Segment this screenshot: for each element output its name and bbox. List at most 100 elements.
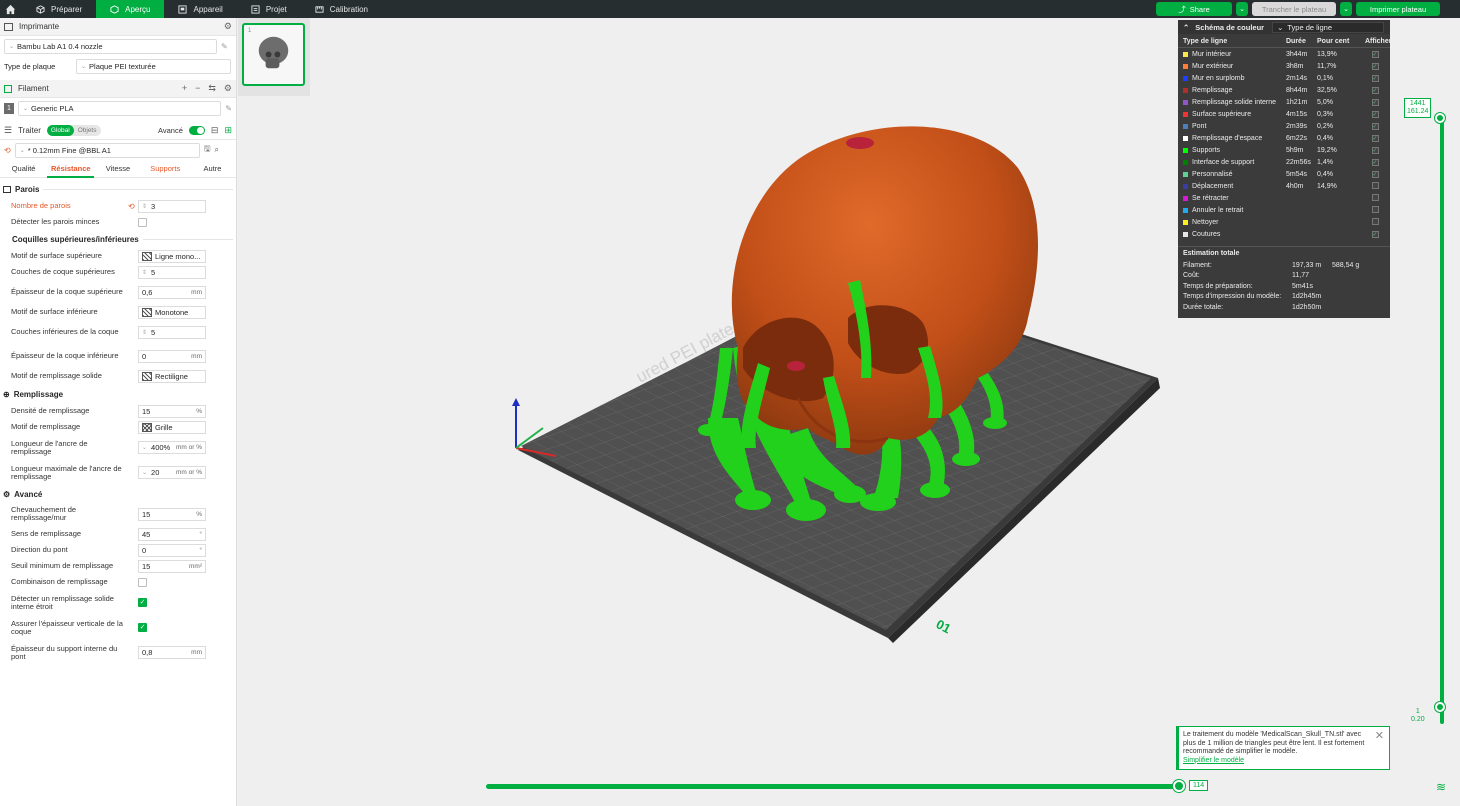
print-dropdown[interactable]: ⌄	[1340, 2, 1352, 16]
slice-dropdown[interactable]: ⌄	[1236, 2, 1248, 16]
show-toggle[interactable]	[1365, 193, 1385, 203]
color-scheme-select[interactable]: ⌄ Type de ligne	[1272, 21, 1385, 33]
top-thickness-input[interactable]: 0,6 mm	[138, 285, 206, 299]
show-toggle[interactable]	[1365, 217, 1385, 227]
bottom-layers-input[interactable]: ⇕ 5	[138, 325, 206, 339]
tab-preview[interactable]: Aperçu	[96, 0, 165, 18]
ensure-vertical-checkbox[interactable]: ✓	[138, 623, 147, 632]
show-checkbox[interactable]	[1371, 205, 1379, 213]
layers-icon[interactable]: ≋	[1436, 780, 1446, 794]
spin-icon[interactable]: ⇕	[142, 329, 147, 336]
infill-density-input[interactable]: 15%	[138, 404, 206, 418]
move-slider-handle[interactable]	[1173, 780, 1185, 792]
gear-icon[interactable]: ⚙	[224, 83, 232, 94]
anchor-length-input[interactable]: ⌄ 400% mm or %	[138, 441, 206, 454]
show-toggle[interactable]: ✓	[1365, 230, 1385, 238]
tab-calibration[interactable]: Calibration	[301, 0, 382, 18]
search-icon[interactable]: ⌕	[215, 145, 219, 155]
global-option[interactable]: Global	[46, 125, 74, 136]
printer-select[interactable]: ⌄ Bambu Lab A1 0.4 nozzle	[4, 38, 217, 54]
show-checkbox[interactable]: ✓	[1371, 98, 1379, 106]
show-checkbox[interactable]	[1371, 193, 1379, 201]
show-checkbox[interactable]: ✓	[1371, 230, 1379, 238]
show-toggle[interactable]: ✓	[1365, 74, 1385, 82]
tab-prepare[interactable]: Préparer	[22, 0, 96, 18]
show-toggle[interactable]: ✓	[1365, 110, 1385, 118]
objects-option[interactable]: Objets	[74, 125, 101, 136]
anchor-max-input[interactable]: ⌄ 20 mm or %	[138, 466, 206, 479]
slice-plate-button[interactable]: Trancher le plateau	[1252, 2, 1336, 16]
home-button[interactable]	[0, 0, 22, 18]
min-area-input[interactable]: 15 mm²	[138, 559, 206, 573]
show-checkbox[interactable]: ✓	[1371, 50, 1379, 58]
spin-icon[interactable]: ⇕	[142, 269, 147, 276]
show-checkbox[interactable]: ✓	[1371, 74, 1379, 82]
show-toggle[interactable]: ✓	[1365, 158, 1385, 166]
move-slider-track[interactable]	[486, 784, 1180, 789]
tab-supports[interactable]: Supports	[142, 160, 189, 178]
filament-select[interactable]: ⌄ Generic PLA	[17, 100, 222, 116]
top-pattern-select[interactable]: Ligne mono...	[138, 249, 206, 263]
tab-project[interactable]: Projet	[237, 0, 301, 18]
printer-section-header[interactable]: Imprimante ⚙	[0, 18, 236, 36]
advanced-toggle[interactable]	[188, 126, 205, 135]
close-icon[interactable]: ✕	[1375, 731, 1384, 741]
show-toggle[interactable]: ✓	[1365, 62, 1385, 70]
tab-speed[interactable]: Vitesse	[94, 160, 141, 178]
show-toggle[interactable]: ✓	[1365, 122, 1385, 130]
infill-direction-input[interactable]: 45 °	[138, 527, 206, 541]
save-icon[interactable]: 🖫	[204, 143, 211, 157]
collapse-icon[interactable]: ⌃	[1183, 23, 1189, 32]
show-checkbox[interactable]: ✓	[1371, 110, 1379, 118]
show-toggle[interactable]	[1365, 205, 1385, 215]
edit-icon[interactable]: ✎	[225, 104, 232, 113]
share-button[interactable]: ⤴ Share	[1156, 2, 1232, 16]
edit-icon[interactable]: ✎	[221, 42, 228, 51]
chevron-down-icon[interactable]: ⌄	[142, 469, 147, 476]
show-checkbox[interactable]: ✓	[1371, 134, 1379, 142]
solid-pattern-select[interactable]: Rectiligne	[138, 369, 206, 383]
tab-quality[interactable]: Qualité	[0, 160, 47, 178]
layer-slider-top-handle[interactable]	[1435, 113, 1445, 123]
tab-strength[interactable]: Résistance	[47, 160, 95, 178]
remove-icon[interactable]: −	[195, 83, 200, 94]
show-checkbox[interactable]: ✓	[1371, 86, 1379, 94]
show-checkbox[interactable]: ✓	[1371, 146, 1379, 154]
bottom-thickness-input[interactable]: 0 mm	[138, 349, 206, 363]
filament-section-header[interactable]: Filament + − ⇆ ⚙	[0, 80, 236, 98]
show-checkbox[interactable]: ✓	[1371, 170, 1379, 178]
narrow-solid-checkbox[interactable]: ✓	[138, 598, 147, 607]
show-checkbox[interactable]	[1371, 217, 1379, 225]
show-toggle[interactable]: ✓	[1365, 86, 1385, 94]
overlap-input[interactable]: 15%	[138, 507, 206, 521]
show-checkbox[interactable]: ✓	[1371, 62, 1379, 70]
add-icon[interactable]: +	[182, 83, 187, 94]
compare-icon[interactable]: ⊟	[211, 125, 219, 136]
show-toggle[interactable]: ✓	[1365, 170, 1385, 178]
show-toggle[interactable]: ✓	[1365, 50, 1385, 58]
plate-type-select[interactable]: ⌄ Plaque PEI texturée	[76, 58, 231, 74]
detect-thin-checkbox[interactable]	[138, 217, 147, 227]
spin-icon[interactable]: ⇕	[142, 203, 147, 210]
show-toggle[interactable]	[1365, 181, 1385, 191]
wall-loops-input[interactable]: ⇕ 3	[138, 199, 206, 213]
3d-viewport[interactable]: 1 ured PEI plate 01 ⌃ Schéma de couleur …	[238, 18, 1460, 806]
tab-device[interactable]: Appareil	[164, 0, 236, 18]
print-plate-button[interactable]: Imprimer plateau	[1356, 2, 1440, 16]
simplify-model-link[interactable]: Simplifier le modèle	[1183, 757, 1244, 764]
bridge-direction-input[interactable]: 0 °	[138, 543, 206, 557]
global-objects-toggle[interactable]: Global Objets	[46, 125, 101, 136]
gear-icon[interactable]: ⚙	[224, 21, 232, 32]
reset-icon[interactable]: ⟲	[128, 202, 135, 211]
settings-grid-icon[interactable]: ⊞	[224, 125, 232, 136]
chevron-down-icon[interactable]: ⌄	[142, 444, 147, 451]
show-checkbox[interactable]: ✓	[1371, 122, 1379, 130]
bridge-support-input[interactable]: 0,8 mm	[138, 646, 206, 659]
show-checkbox[interactable]	[1371, 181, 1379, 189]
top-layers-input[interactable]: ⇕ 5	[138, 265, 206, 279]
process-preset-select[interactable]: ⌄ * 0.12mm Fine @BBL A1	[14, 142, 200, 158]
show-checkbox[interactable]: ✓	[1371, 158, 1379, 166]
show-toggle[interactable]: ✓	[1365, 146, 1385, 154]
sync-icon[interactable]: ⇆	[208, 83, 216, 94]
combine-checkbox[interactable]	[138, 577, 147, 587]
